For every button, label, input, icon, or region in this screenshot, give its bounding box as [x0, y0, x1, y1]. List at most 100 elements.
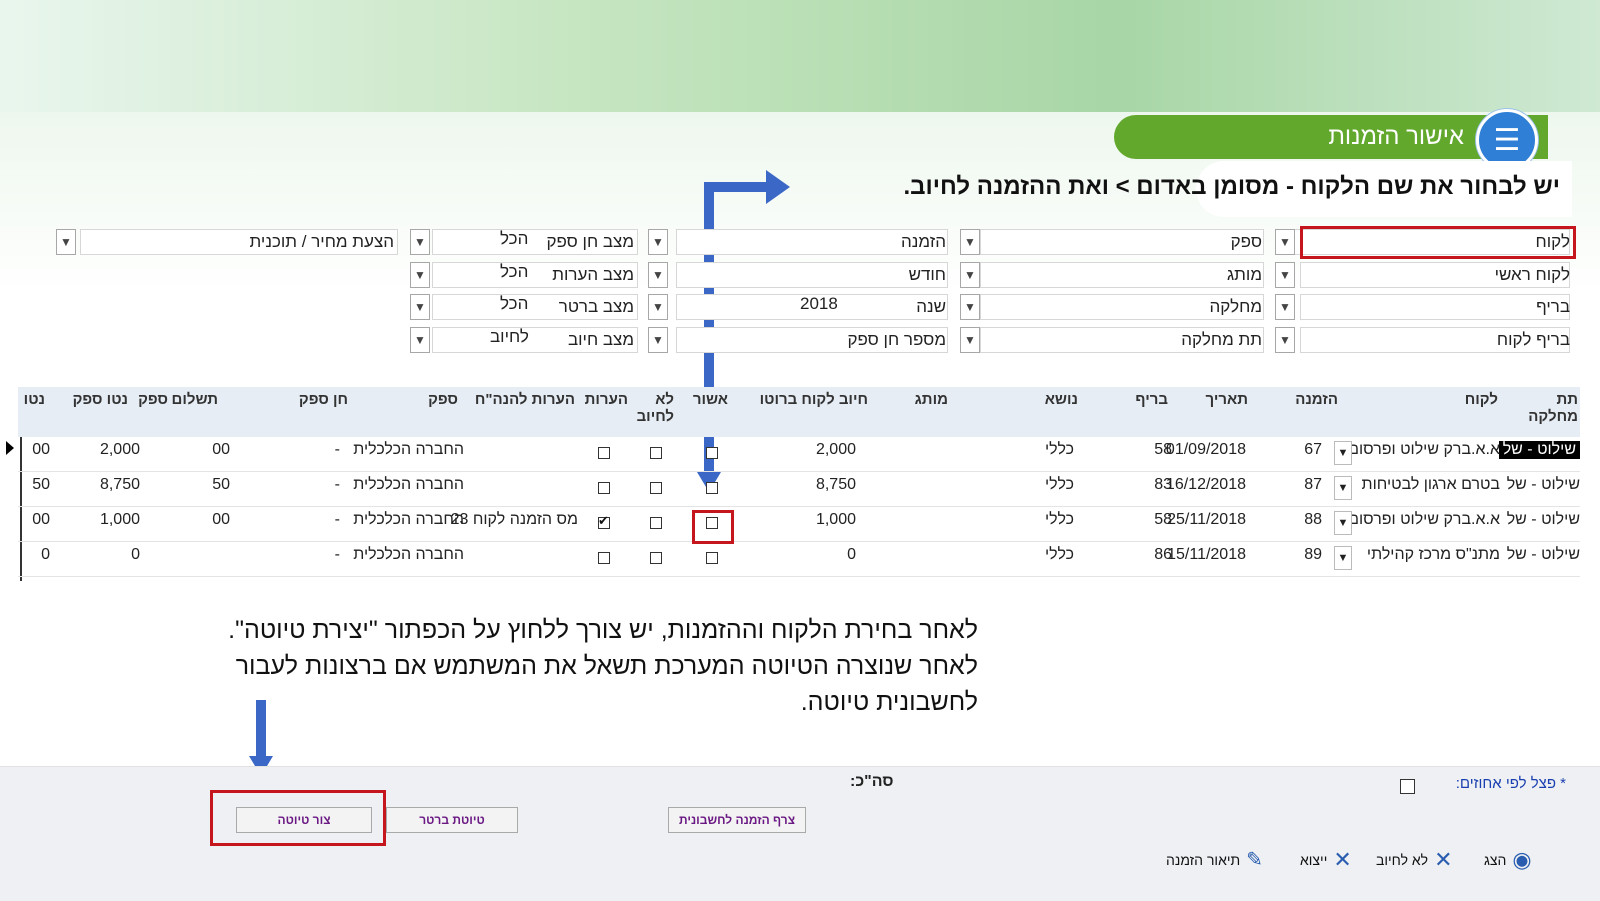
col-acct-notes[interactable]: הערות להנה"ח — [475, 391, 575, 408]
department-label: מחלקה — [1209, 297, 1262, 316]
instruction-text: יש לבחור את שם הלקוח - מסומן באדום > ואת… — [903, 173, 1561, 200]
row-dash: - — [334, 546, 340, 563]
chevron-down-icon[interactable]: ▼ — [1275, 229, 1295, 255]
chevron-down-icon[interactable]: ▼ — [648, 229, 668, 255]
notes-checkbox[interactable] — [598, 447, 610, 459]
approve-highlight-box — [692, 510, 734, 544]
notes-checkbox[interactable] — [598, 482, 610, 494]
edit-document-icon: ✎ — [1246, 849, 1263, 871]
col-brand[interactable]: מותג — [915, 391, 948, 408]
row-subject: כללי — [1044, 476, 1074, 493]
col-client[interactable]: לקוח — [1465, 391, 1498, 408]
col-date[interactable]: תאריך — [1205, 391, 1248, 408]
approve-checkbox[interactable] — [706, 482, 718, 494]
notes-status-value: הכל — [500, 262, 529, 281]
row-net: 00 — [32, 511, 50, 528]
col-sub-department[interactable]: תת מחלקה — [1528, 391, 1578, 425]
row-subject: כללי — [1044, 441, 1074, 458]
brief-field[interactable] — [1300, 294, 1570, 320]
row-supplier: החברה הכלכלית — [353, 441, 464, 458]
chevron-down-icon[interactable]: ▼ — [960, 229, 980, 255]
export-tool[interactable]: ✕ ייצוא — [1300, 847, 1352, 873]
table-header: תת מחלקה לקוח הזמנה תאריך בריף נושא מותג… — [18, 387, 1580, 437]
chevron-down-icon[interactable]: ▼ — [960, 262, 980, 288]
col-approve[interactable]: אשור — [693, 391, 728, 408]
row-sub-department: שילוט - של — [1498, 441, 1580, 459]
no-charge-checkbox[interactable] — [650, 552, 662, 564]
pointer-arrow-to-create — [256, 700, 266, 758]
col-supplier[interactable]: ספק — [428, 391, 458, 408]
chevron-down-icon[interactable]: ▼ — [648, 262, 668, 288]
chevron-down-icon[interactable]: ▼ — [1334, 546, 1352, 570]
total-label: סה"כ: — [850, 773, 894, 790]
year-label: שנה — [916, 297, 946, 316]
x-icon: ✕ — [1434, 847, 1453, 872]
col-notes[interactable]: הערות — [585, 391, 628, 408]
supplier-invoice-status-value: הכל — [500, 229, 529, 248]
table-row[interactable]: שילוט - של בטרם ארגון לבטיחות ▼ 87 16/12… — [18, 472, 1580, 507]
table-row[interactable]: שילוט - של א.א.ברק שילוט ופרסום ▼ 67 01/… — [18, 437, 1580, 472]
order-description-tool[interactable]: ✎ תיאור הזמנה — [1166, 847, 1263, 872]
show-tool[interactable]: ◉ הצג — [1484, 847, 1532, 873]
no-charge-tool[interactable]: ✕ לא לחיוב — [1376, 847, 1453, 873]
no-charge-checkbox[interactable] — [650, 482, 662, 494]
chevron-down-icon[interactable]: ▼ — [1334, 441, 1352, 465]
col-subject[interactable]: נושא — [1045, 391, 1078, 408]
row-gross: 2,000 — [815, 441, 856, 458]
brand-field[interactable] — [980, 262, 1264, 288]
col-supplier-2[interactable]: ספק — [138, 391, 168, 408]
approve-checkbox[interactable] — [706, 552, 718, 564]
no-charge-checkbox[interactable] — [650, 447, 662, 459]
chevron-down-icon[interactable]: ▼ — [1334, 511, 1352, 535]
chevron-down-icon[interactable]: ▼ — [960, 327, 980, 353]
approve-checkbox[interactable] — [706, 447, 718, 459]
chevron-down-icon[interactable]: ▼ — [1334, 476, 1352, 500]
notes-checkbox[interactable] — [598, 552, 610, 564]
order-label: הזמנה — [901, 232, 946, 251]
col-supplier-invoice[interactable]: חן ספק — [299, 391, 348, 408]
create-draft-highlight-box — [210, 790, 386, 846]
notes-checkbox[interactable] — [598, 513, 610, 529]
col-net[interactable]: נטו — [24, 391, 45, 408]
chevron-down-icon[interactable]: ▼ — [410, 327, 430, 353]
row-net-supplier: 2,000 — [99, 441, 140, 458]
barter-status-label: מצב ברטר — [558, 297, 634, 316]
year-value: 2018 — [800, 294, 838, 313]
chevron-down-icon[interactable]: ▼ — [1275, 327, 1295, 353]
col-payment[interactable]: תשלום — [172, 391, 218, 408]
table-row[interactable]: שילוט - של א.א.ברק שילוט ופרסום ▼ 88 25/… — [18, 507, 1580, 542]
row-brief: 86 — [1154, 546, 1172, 563]
col-gross[interactable]: חיוב לקוח ברוטו — [760, 391, 868, 408]
barter-draft-button[interactable]: טיוטת ברטר — [386, 807, 518, 833]
top-banner — [0, 0, 1600, 112]
order-description-label: תיאור הזמנה — [1166, 851, 1241, 868]
chevron-down-icon[interactable]: ▼ — [648, 327, 668, 353]
brand-label: מותג — [1226, 265, 1262, 284]
row-net-supplier: 0 — [131, 546, 140, 563]
row-net: 0 — [41, 546, 50, 563]
supplier-field[interactable] — [980, 229, 1264, 255]
row-acct-note: מס הזמנה לקוח 23 — [450, 511, 578, 528]
chevron-down-icon[interactable]: ▼ — [410, 294, 430, 320]
row-net-supplier: 8,750 — [99, 476, 140, 493]
col-net-supplier[interactable]: נטו ספק — [73, 391, 128, 408]
row-date: 01/09/2018 — [1165, 441, 1246, 458]
col-no-charge[interactable]: לא לחיוב — [634, 391, 674, 425]
chevron-down-icon[interactable]: ▼ — [648, 294, 668, 320]
month-field[interactable] — [676, 262, 948, 288]
chevron-down-icon[interactable]: ▼ — [56, 229, 76, 255]
page-title: אישור הזמנות — [1328, 123, 1464, 150]
chevron-down-icon[interactable]: ▼ — [410, 229, 430, 255]
row-payment: 00 — [212, 511, 230, 528]
chevron-down-icon[interactable]: ▼ — [960, 294, 980, 320]
chevron-down-icon[interactable]: ▼ — [1275, 294, 1295, 320]
chevron-down-icon[interactable]: ▼ — [410, 262, 430, 288]
split-label: * פצל לפי אחוזים: — [1455, 775, 1566, 792]
table-row[interactable]: שילוט - של מתנ"ס מרכז קהילתי ▼ 89 15/11/… — [18, 542, 1580, 577]
attach-order-to-invoice-button[interactable]: צרף הזמנה לחשבונית — [668, 807, 806, 833]
no-charge-checkbox[interactable] — [650, 517, 662, 529]
col-order[interactable]: הזמנה — [1295, 391, 1338, 408]
chevron-down-icon[interactable]: ▼ — [1275, 262, 1295, 288]
split-checkbox[interactable] — [1400, 779, 1415, 794]
col-brief[interactable]: בריף — [1135, 391, 1168, 408]
